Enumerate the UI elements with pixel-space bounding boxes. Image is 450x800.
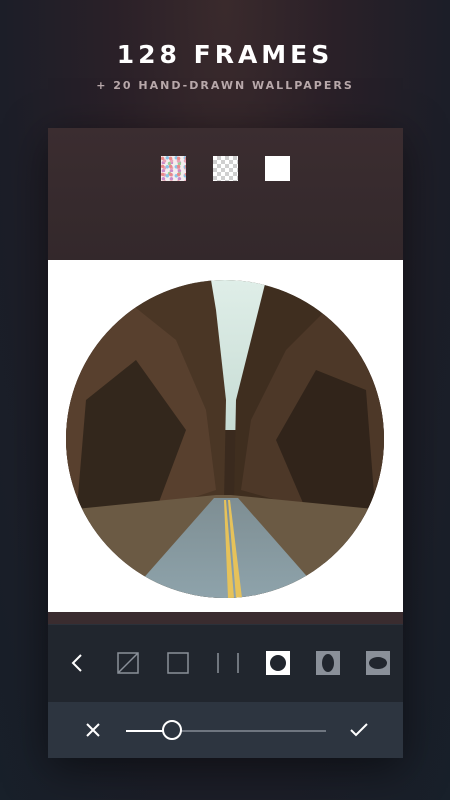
circular-photo[interactable] — [66, 280, 384, 598]
pattern-swatch[interactable] — [161, 156, 186, 181]
promo-subhead: + 20 HAND-DRAWN WALLPAPERS — [96, 79, 354, 92]
adjust-bar — [48, 702, 403, 758]
circle-frame-icon[interactable] — [266, 651, 290, 675]
chevron-left-icon[interactable] — [65, 651, 89, 675]
close-icon[interactable] — [81, 718, 105, 742]
no-frame-icon[interactable] — [116, 651, 140, 675]
check-icon[interactable] — [347, 718, 371, 742]
frame-size-slider[interactable] — [126, 720, 326, 740]
oval-horizontal-frame-icon[interactable] — [366, 651, 390, 675]
checkerboard-swatch[interactable] — [213, 156, 238, 181]
forest-road-image — [66, 280, 384, 598]
photo-canvas — [48, 260, 403, 612]
oval-vertical-frame-icon[interactable] — [316, 651, 340, 675]
background-picker — [48, 128, 403, 260]
slider-thumb[interactable] — [162, 720, 182, 740]
white-swatch[interactable] — [265, 156, 290, 181]
promo-headline: 128 FRAMES — [116, 40, 334, 69]
vertical-bars-frame-icon[interactable] — [216, 651, 240, 675]
frame-shape-toolbar — [48, 624, 403, 702]
square-frame-icon[interactable] — [166, 651, 190, 675]
app-screen — [48, 128, 403, 758]
